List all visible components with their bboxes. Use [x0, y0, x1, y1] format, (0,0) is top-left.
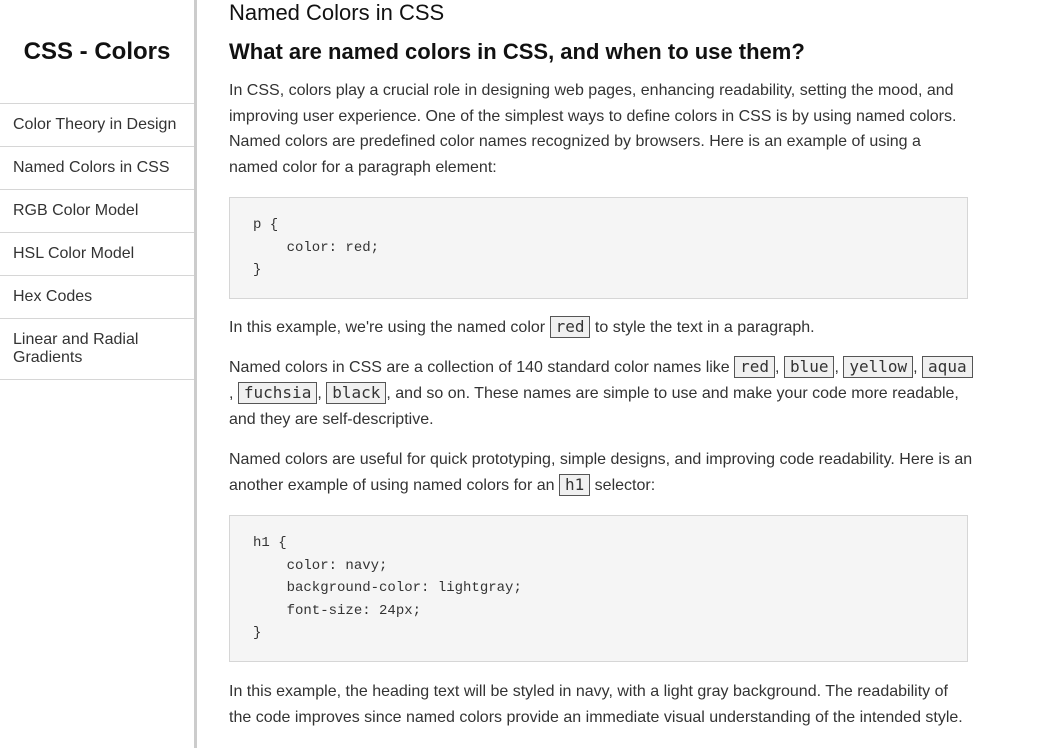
code-block-paragraph-example: p { color: red; }	[229, 197, 968, 299]
inline-code-red: red	[549, 315, 591, 338]
inline-code-color: fuchsia	[237, 382, 318, 405]
example-text-before: In this example, we're using the named c…	[229, 318, 550, 336]
usefulness-paragraph: Named colors are useful for quick protot…	[229, 447, 974, 498]
inline-code-color: yellow	[843, 356, 914, 379]
closing-paragraph: In this example, the heading text will b…	[229, 682, 963, 726]
sidebar-nav: Color Theory in Design Named Colors in C…	[0, 103, 194, 380]
sidebar: CSS - Colors Color Theory in Design Name…	[0, 0, 197, 748]
inline-code-color: blue	[783, 356, 835, 379]
example-text-after: to style the text in a paragraph.	[590, 318, 815, 336]
inline-code-color: black	[326, 382, 387, 405]
sidebar-item-gradients[interactable]: Linear and Radial Gradients	[0, 319, 194, 380]
section-title: What are named colors in CSS, and when t…	[229, 39, 805, 64]
sidebar-item-hex-codes[interactable]: Hex Codes	[0, 276, 194, 319]
sidebar-item-named-colors[interactable]: Named Colors in CSS	[0, 147, 194, 190]
page-title: Named Colors in CSS	[229, 0, 445, 25]
list-separator: ,	[775, 359, 784, 377]
inline-code-color: red	[734, 356, 776, 379]
inline-code-color: aqua	[922, 356, 973, 379]
page-layout: CSS - Colors Color Theory in Design Name…	[0, 0, 1040, 748]
intro-paragraph: In CSS, colors play a crucial role in de…	[229, 82, 957, 176]
code-block-h1-example: h1 { color: navy; background-color: ligh…	[229, 515, 968, 662]
example-paragraph: In this example, we're using the named c…	[229, 315, 974, 341]
main-content: Named Colors in CSS What are named color…	[229, 0, 974, 730]
sidebar-item-rgb[interactable]: RGB Color Model	[0, 190, 194, 233]
list-text-before: Named colors in CSS are a collection of …	[229, 359, 735, 377]
sidebar-item-hsl[interactable]: HSL Color Model	[0, 233, 194, 276]
para3-text-after: selector:	[590, 476, 656, 494]
list-separator: ,	[229, 385, 238, 403]
sidebar-title: CSS - Colors	[23, 38, 171, 65]
list-separator: ,	[913, 359, 923, 377]
list-separator: ,	[834, 359, 844, 377]
named-colors-paragraph: Named colors in CSS are a collection of …	[229, 355, 974, 432]
inline-code-h1: h1	[558, 473, 591, 496]
sidebar-item-color-theory[interactable]: Color Theory in Design	[0, 104, 194, 147]
list-separator: ,	[317, 385, 327, 403]
